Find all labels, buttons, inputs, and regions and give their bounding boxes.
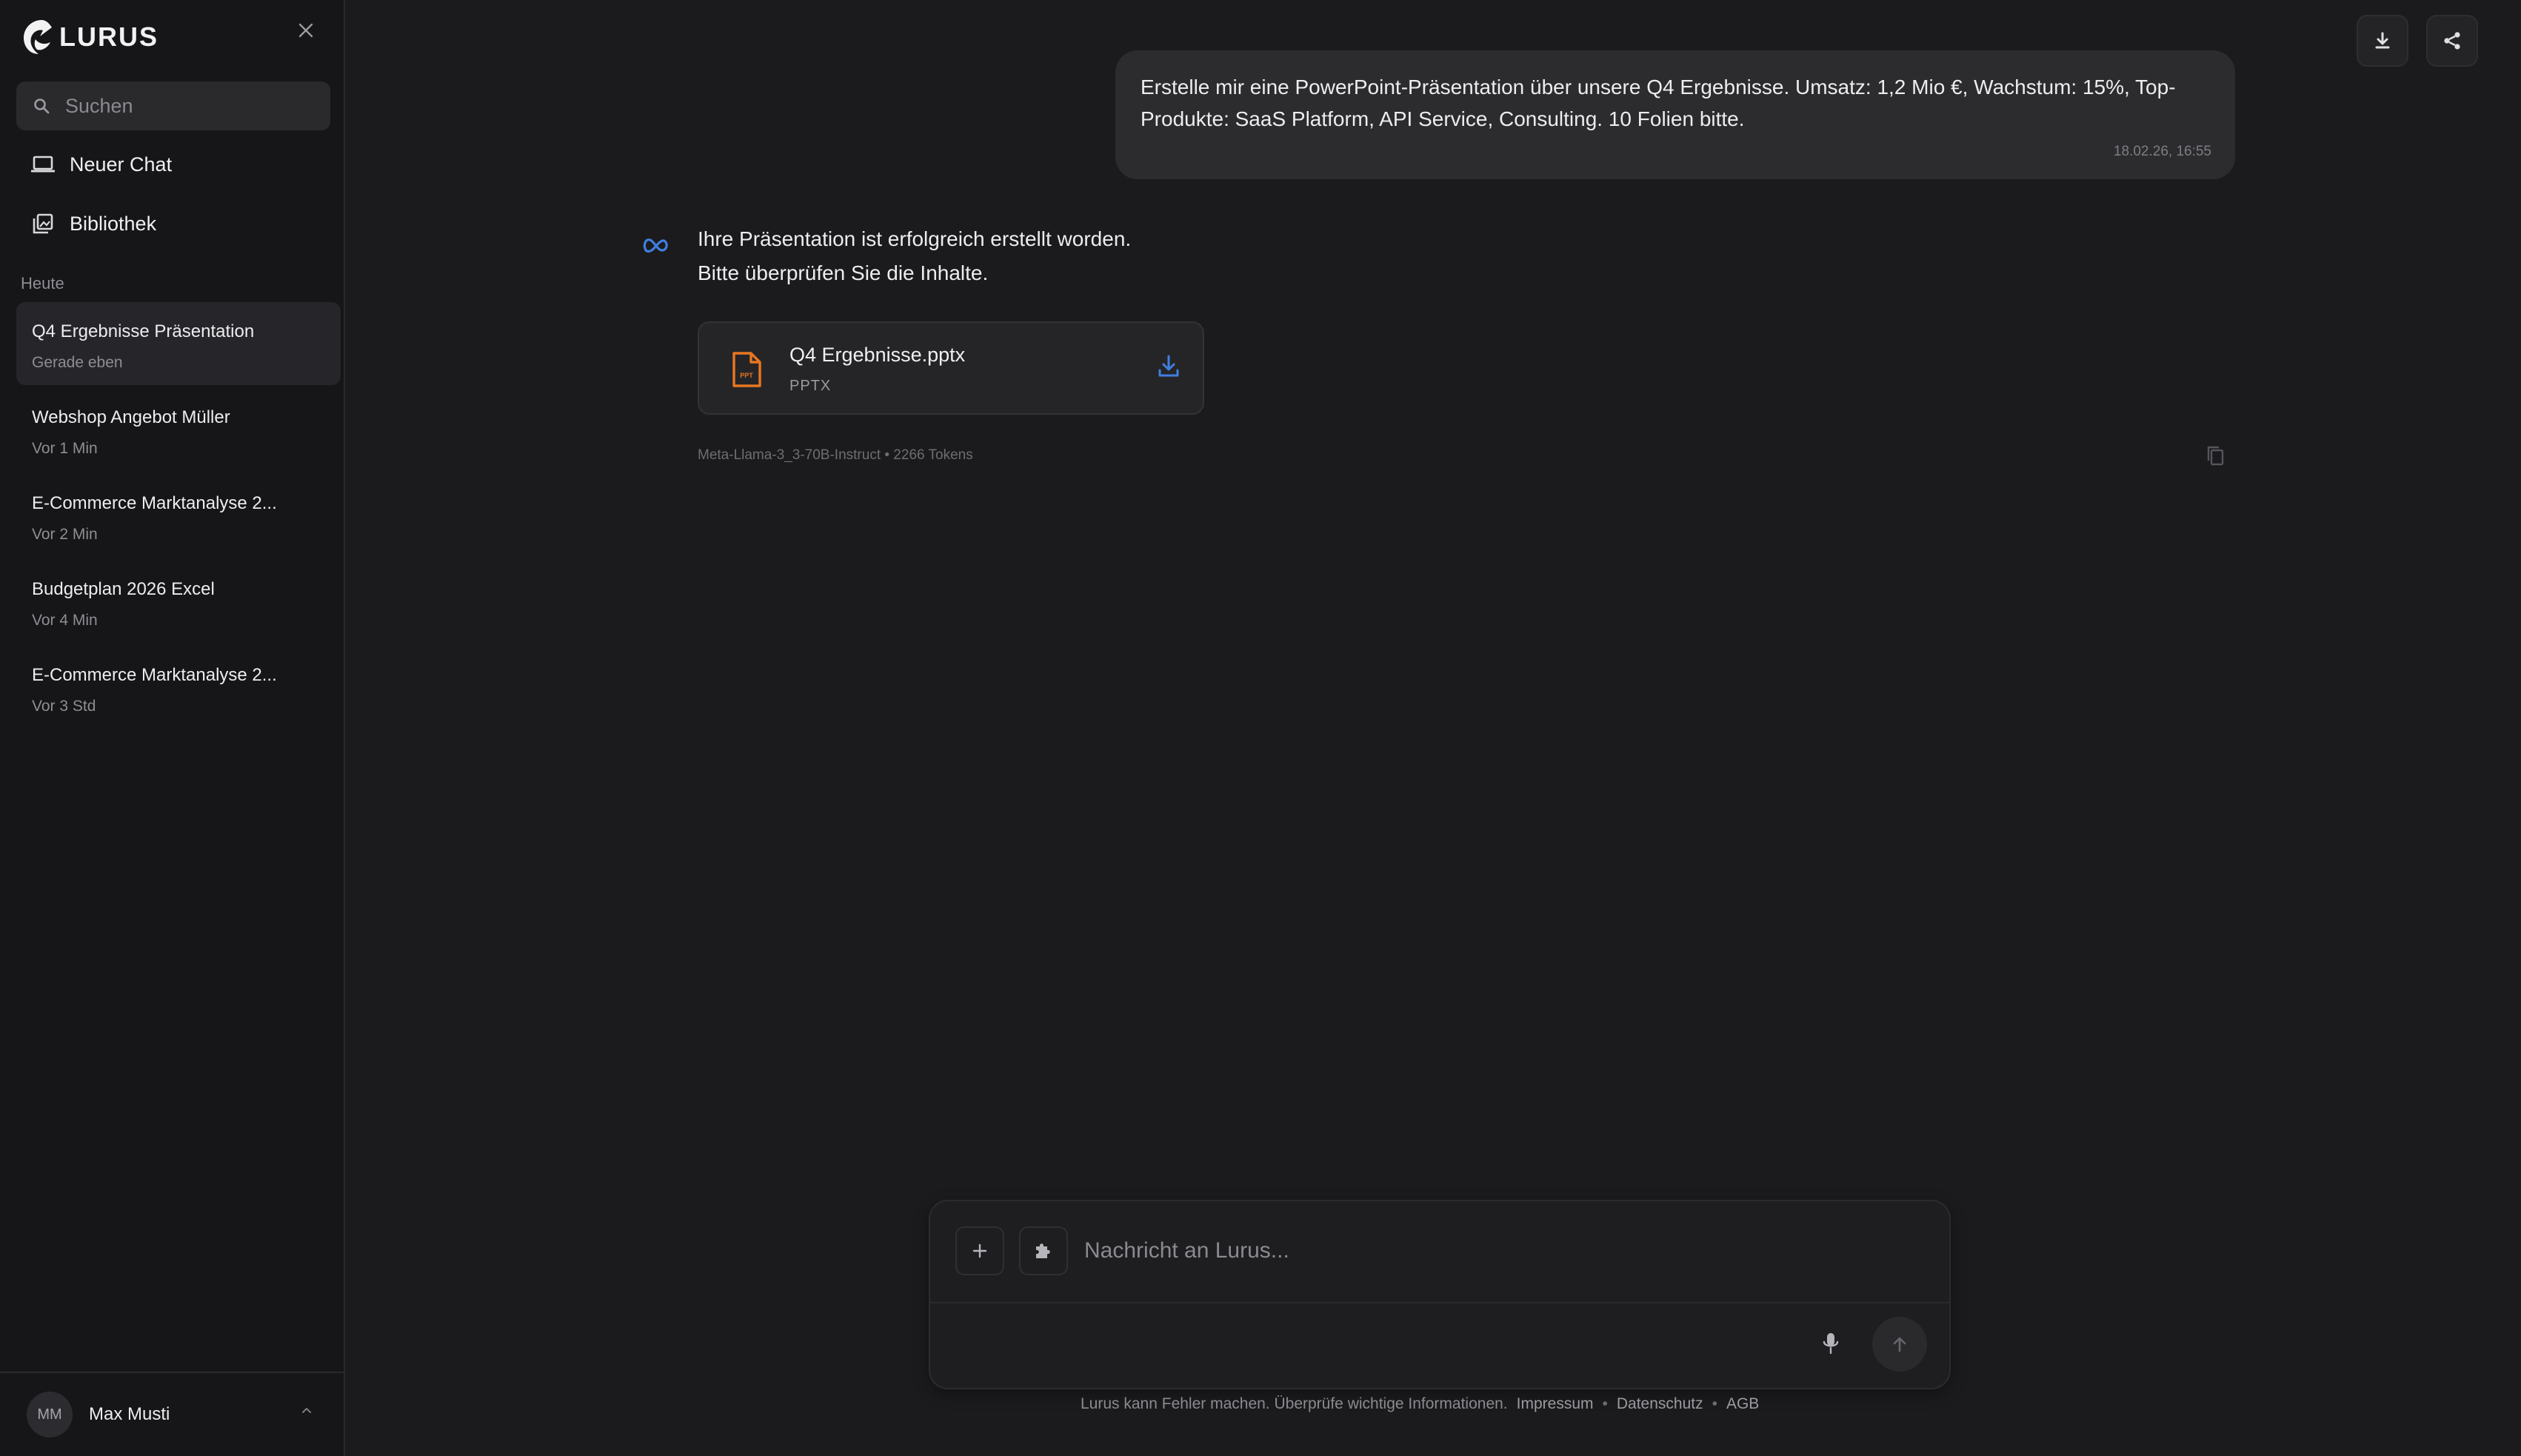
file-download-button[interactable]	[1157, 354, 1181, 383]
conversation-time: Vor 4 Min	[32, 612, 98, 629]
footer-separator: •	[1712, 1395, 1717, 1412]
privacy-link[interactable]: Datenschutz	[1617, 1395, 1703, 1413]
user-name: Max Musti	[89, 1404, 170, 1424]
pptx-icon-label: PPT	[740, 372, 753, 379]
download-icon	[2375, 32, 2390, 49]
footer: Lurus kann Fehler machen. Überprüfe wich…	[1081, 1395, 1759, 1413]
conversation-time: Vor 2 Min	[32, 526, 98, 543]
conversation-item[interactable]: E-Commerce Marktanalyse 2... Vor 3 Std	[16, 646, 341, 729]
send-button[interactable]	[1872, 1317, 1927, 1372]
library-label: Bibliothek	[70, 212, 157, 235]
plugins-button[interactable]	[1019, 1226, 1068, 1275]
puzzle-icon	[1036, 1243, 1050, 1258]
library-button[interactable]: Bibliothek	[31, 203, 156, 244]
copy-button[interactable]	[2206, 444, 2225, 470]
impressum-link[interactable]: Impressum	[1517, 1395, 1594, 1413]
message-input[interactable]	[1084, 1234, 1899, 1268]
close-icon	[298, 23, 313, 38]
conversation-title: Budgetplan 2026 Excel	[32, 579, 215, 599]
close-sidebar-button[interactable]	[293, 18, 318, 43]
conversation-time: Gerade eben	[32, 354, 123, 371]
assistant-message-line: Ihre Präsentation ist erfolgreich erstel…	[698, 227, 1132, 250]
file-type: PPTX	[789, 378, 832, 394]
conversation-time: Vor 3 Std	[32, 698, 96, 715]
add-attachment-button[interactable]	[955, 1226, 1004, 1275]
download-chat-button[interactable]	[2357, 15, 2408, 67]
library-icon	[33, 213, 53, 234]
laptop-icon	[31, 156, 55, 173]
download-icon	[1158, 355, 1179, 377]
pptx-file-icon: PPT	[732, 352, 761, 387]
search-input[interactable]	[65, 94, 310, 118]
user-message-bubble: Erstelle mir eine PowerPoint-Präsentatio…	[1115, 50, 2235, 179]
conversation-item[interactable]: Budgetplan 2026 Excel Vor 4 Min	[16, 560, 341, 643]
share-icon	[2444, 32, 2460, 50]
conversation-item[interactable]: Webshop Angebot Müller Vor 1 Min	[16, 388, 341, 471]
copy-icon	[2207, 446, 2224, 466]
assistant-message-line: Bitte überprüfen Sie die Inhalte.	[698, 261, 989, 284]
message-composer	[929, 1200, 1951, 1389]
conversation-item[interactable]: E-Commerce Marktanalyse 2... Vor 2 Min	[16, 474, 341, 557]
arrow-up-icon	[1893, 1337, 1906, 1352]
voice-input-button[interactable]	[1816, 1329, 1846, 1358]
conversation-title: Webshop Angebot Müller	[32, 407, 230, 427]
footer-separator: •	[1602, 1395, 1608, 1412]
disclaimer-text: Lurus kann Fehler machen. Überprüfe wich…	[1081, 1395, 1508, 1412]
user-menu[interactable]: MM Max Musti	[0, 1372, 345, 1456]
conversation-title: E-Commerce Marktanalyse 2...	[32, 493, 277, 513]
terms-link[interactable]: AGB	[1726, 1395, 1759, 1413]
model-token-info: Meta-Llama-3_3-70B-Instruct • 2266 Token…	[698, 447, 973, 463]
lurus-logo-icon	[24, 20, 52, 54]
composer-divider	[930, 1302, 1949, 1303]
microphone-icon	[1823, 1333, 1839, 1355]
new-chat-button[interactable]: Neuer Chat	[31, 144, 172, 185]
assistant-message: Ihre Präsentation ist erfolgreich erstel…	[698, 222, 1131, 290]
new-chat-label: Neuer Chat	[70, 153, 173, 176]
message-timestamp: 18.02.26, 16:55	[2113, 144, 2211, 159]
logo[interactable]: LURUS	[19, 13, 158, 61]
conversation-title: Q4 Ergebnisse Präsentation	[32, 321, 255, 341]
conversation-title: E-Commerce Marktanalyse 2...	[32, 665, 277, 685]
conversation-item[interactable]: Q4 Ergebnisse Präsentation Gerade eben	[16, 302, 341, 385]
logo-text: LURUS	[59, 21, 158, 52]
search-icon	[34, 98, 50, 114]
file-name: Q4 Ergebnisse.pptx	[789, 344, 966, 366]
share-button[interactable]	[2426, 15, 2478, 67]
sidebar: LURUS Neuer Chat Bibliothek Heute Q4 Erg…	[0, 0, 345, 1456]
meta-model-icon	[643, 238, 668, 253]
user-message-text: Erstelle mir eine PowerPoint-Präsentatio…	[1141, 76, 2176, 130]
section-label-today: Heute	[21, 274, 64, 293]
search-box[interactable]	[16, 81, 330, 130]
chevron-up-icon	[302, 1407, 311, 1413]
plus-icon	[972, 1243, 987, 1258]
conversation-time: Vor 1 Min	[32, 440, 98, 457]
avatar: MM	[27, 1392, 73, 1437]
file-attachment-card[interactable]: PPT Q4 Ergebnisse.pptx PPTX	[698, 321, 1204, 415]
